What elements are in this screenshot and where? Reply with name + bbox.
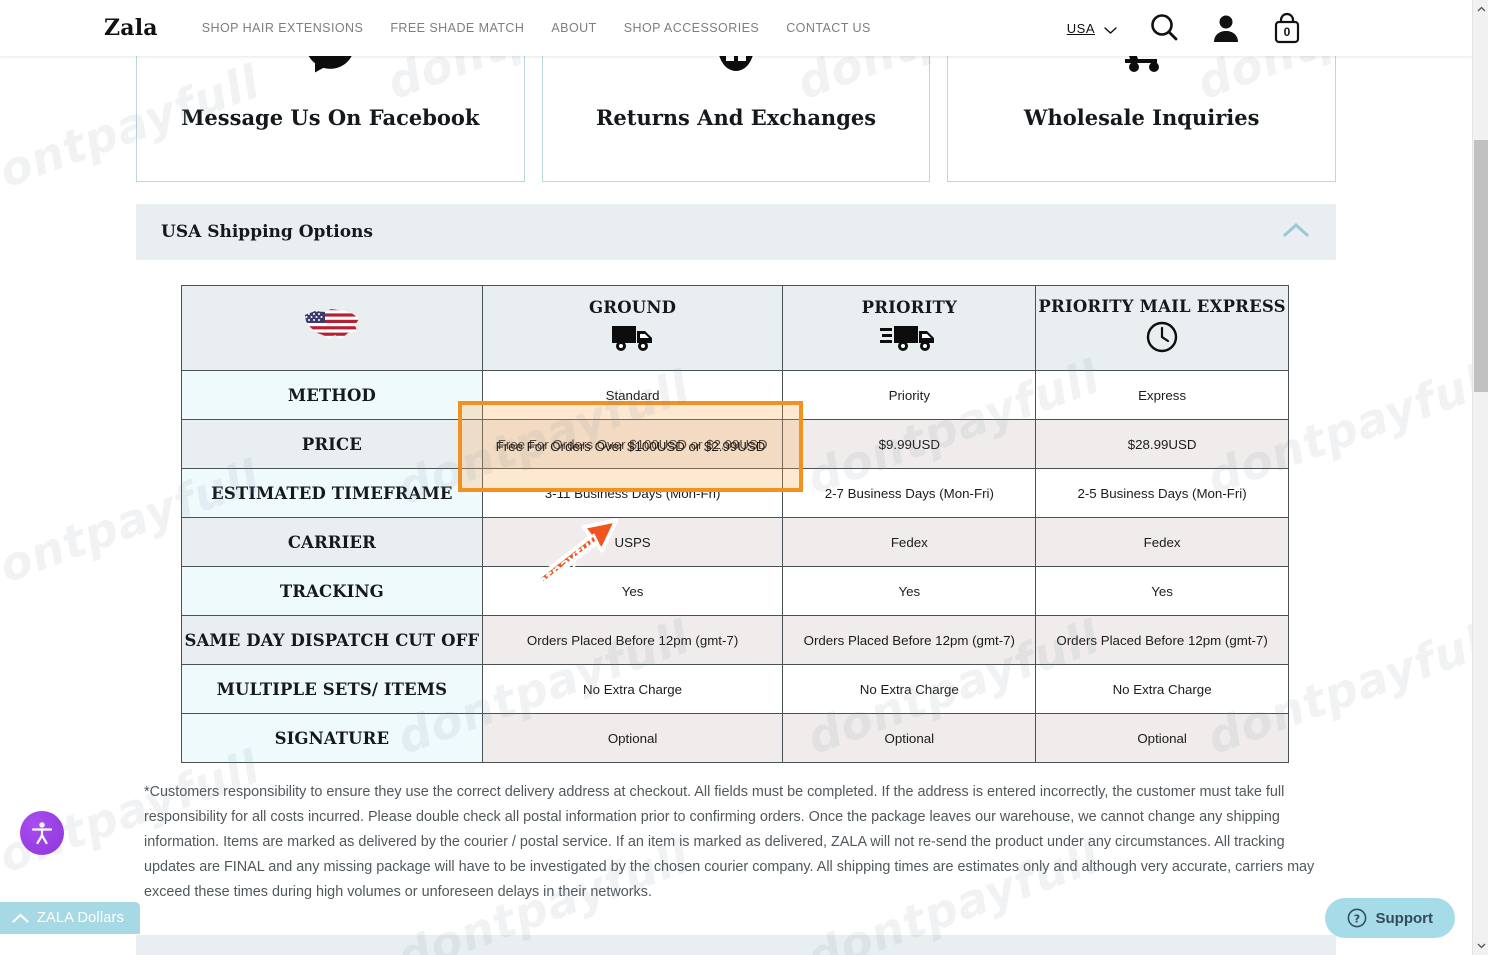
nav-item-contact-us[interactable]: CONTACT US [786,21,871,35]
cell-priority: Yes [782,566,1037,616]
usa-shipping-table: GROUND PRIORITY PRIORITY MAIL EXPRESS ME… [181,285,1289,763]
cell-express: Yes [1035,566,1289,616]
cell-ground: No Extra Charge [481,664,784,714]
zala-dollars-label: ZALA Dollars [37,910,125,926]
main-navigation: SHOP HAIR EXTENSIONS FREE SHADE MATCH AB… [202,21,871,35]
cell-ground: Free For Orders Over $100USD or $2.99USD [481,419,784,469]
cell-ground: Optional [481,713,784,763]
card-title: Message Us On Facebook [181,105,480,130]
row-label: ESTIMATED TIMEFRAME [181,468,483,518]
row-label: SAME DAY DISPATCH CUT OFF [181,615,483,665]
scrollbar-thumb[interactable] [1474,140,1488,392]
cell-express: Orders Placed Before 12pm (gmt-7) [1035,615,1289,665]
nav-item-free-shade-match[interactable]: FREE SHADE MATCH [390,21,524,35]
scrollbar-down-icon[interactable] [1473,938,1488,954]
table-row: CARRIER USPS Fedex Fedex [181,517,1289,567]
accessibility-person-icon[interactable] [20,811,64,855]
card-title: Wholesale Inquiries [1023,105,1260,130]
column-label: GROUND [588,298,677,317]
cell-express: Express [1035,370,1289,420]
locale-selector[interactable]: USA [1066,20,1117,36]
accordion-next-section[interactable] [136,935,1336,955]
cell-priority: No Extra Charge [782,664,1037,714]
nav-item-about[interactable]: ABOUT [551,21,596,35]
locale-label: USA [1066,20,1095,36]
chevron-down-icon [1104,22,1117,34]
row-label: TRACKING [181,566,483,616]
shipping-disclaimer: *Customers responsibility to ensure they… [144,784,1315,900]
user-icon[interactable] [1212,13,1240,43]
column-label: PRIORITY MAIL EXPRESS [1038,297,1286,316]
support-label: Support [1375,909,1434,927]
svg-text:?: ? [1353,913,1359,926]
scrollbar-up-icon[interactable] [1473,1,1488,17]
cell-priority: Optional [782,713,1037,763]
column-header-ground: GROUND [481,285,784,371]
row-label: PRICE [181,419,483,469]
cell-priority: 2-7 Business Days (Mon-Fri) [782,468,1037,518]
header-actions: USA 0 [1067,12,1302,44]
delivery-truck-icon [610,326,656,357]
nav-item-shop-accessories[interactable]: SHOP ACCESSORIES [624,21,759,35]
table-row: METHOD Standard Priority Express [181,370,1289,420]
cell-express: Optional [1035,713,1289,763]
cell-priority: $9.99USD [782,419,1037,469]
cell-express: Fedex [1035,517,1289,567]
cell-ground: 3-11 Business Days (Mon-Fri) [481,468,784,518]
cell-express: No Extra Charge [1035,664,1289,714]
cell-priority: Orders Placed Before 12pm (gmt-7) [782,615,1037,665]
table-row: MULTIPLE SETS/ ITEMS No Extra Charge No … [181,664,1289,714]
accordion-usa-shipping-options[interactable]: USA Shipping Options [136,204,1336,260]
usa-flag-map-icon [181,285,483,371]
table-header-row: GROUND PRIORITY PRIORITY MAIL EXPRESS [181,285,1289,371]
table-body: METHOD Standard Priority Express PRICE F… [181,370,1289,763]
cell-express: 2-5 Business Days (Mon-Fri) [1035,468,1289,518]
row-label: METHOD [181,370,483,420]
question-mark-circle-icon: ? [1347,908,1367,928]
accordion-title: USA Shipping Options [161,222,373,242]
table-row: SAME DAY DISPATCH CUT OFF Orders Placed … [181,615,1289,665]
cell-ground: USPS [481,517,784,567]
row-label: SIGNATURE [181,713,483,763]
cell-ground: Orders Placed Before 12pm (gmt-7) [481,615,784,665]
search-icon[interactable] [1148,12,1180,44]
page-scrollbar[interactable] [1472,0,1488,955]
column-label: PRIORITY [861,298,957,317]
page-root: Message Us On Facebook Returns And Excha… [0,0,1488,955]
row-label: CARRIER [181,517,483,567]
table-row: SIGNATURE Optional Optional Optional [181,713,1289,763]
cell-express: $28.99USD [1035,419,1289,469]
support-button[interactable]: ? Support [1324,898,1455,938]
clock-icon [1145,321,1179,358]
column-header-priority: PRIORITY [782,285,1037,371]
site-header: Zala SHOP HAIR EXTENSIONS FREE SHADE MAT… [0,0,1472,56]
table-row: TRACKING Yes Yes Yes [181,566,1289,616]
row-label: MULTIPLE SETS/ ITEMS [181,664,483,714]
cell-priority: Fedex [782,517,1037,567]
card-title: Returns And Exchanges [595,105,877,130]
chevron-up-icon[interactable] [1282,221,1310,244]
table-row: ESTIMATED TIMEFRAME 3-11 Business Days (… [181,468,1289,518]
chevron-up-icon [12,912,29,924]
shopping-bag-icon[interactable]: 0 [1272,12,1302,44]
fast-delivery-truck-icon [880,326,938,357]
brand-logo[interactable]: Zala [104,15,158,41]
table-row: PRICE Free For Orders Over $100USD or $2… [181,419,1289,469]
cell-ground: Yes [481,566,784,616]
cell-ground: Standard [481,370,784,420]
zala-dollars-button[interactable]: ZALA Dollars [0,902,141,934]
cell-priority: Priority [782,370,1037,420]
cart-item-count: 0 [1283,25,1291,39]
column-header-priority-mail-express: PRIORITY MAIL EXPRESS [1035,285,1289,371]
nav-item-shop-hair-extensions[interactable]: SHOP HAIR EXTENSIONS [202,21,364,35]
